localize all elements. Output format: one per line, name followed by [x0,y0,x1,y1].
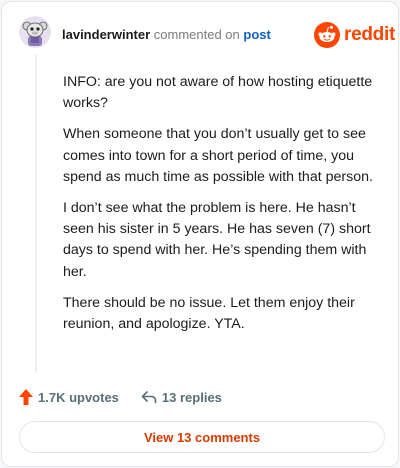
post-link[interactable]: post [243,27,270,42]
reddit-wordmark: reddit [344,24,395,45]
reddit-snoo-icon [314,22,340,48]
comment-actions: 1.7K upvotes 13 replies [19,387,222,407]
replies-button[interactable]: 13 replies [141,390,222,405]
upvote-button[interactable]: 1.7K upvotes [19,389,119,405]
thread-line[interactable] [35,54,37,372]
comment-paragraph: I don’t see what the problem is here. He… [63,200,371,280]
comment-paragraph: INFO: are you not aware of how hosting e… [63,74,373,112]
commented-on-text: commented on [153,27,240,42]
comment-paragraph: There should be no issue. Let them enjoy… [63,294,355,333]
upvote-arrow-icon [19,389,33,405]
avatar-image [19,16,51,48]
user-avatar[interactable] [19,16,51,48]
view-comments-button[interactable]: View 13 comments [19,421,385,453]
comment-header: lavinderwinter commented on post [62,27,271,43]
username-link[interactable]: lavinderwinter [62,27,150,42]
comment-body: INFO: are you not aware of how hosting e… [63,72,383,345]
upvote-count: 1.7K upvotes [38,389,119,405]
reddit-logo[interactable]: reddit [314,22,395,48]
comment-card: lavinderwinter commented on post reddit … [1,1,399,467]
reply-arrow-icon [141,391,157,404]
comment-paragraph: When someone that you don’t usually get … [63,126,373,185]
reply-count: 13 replies [161,389,222,405]
